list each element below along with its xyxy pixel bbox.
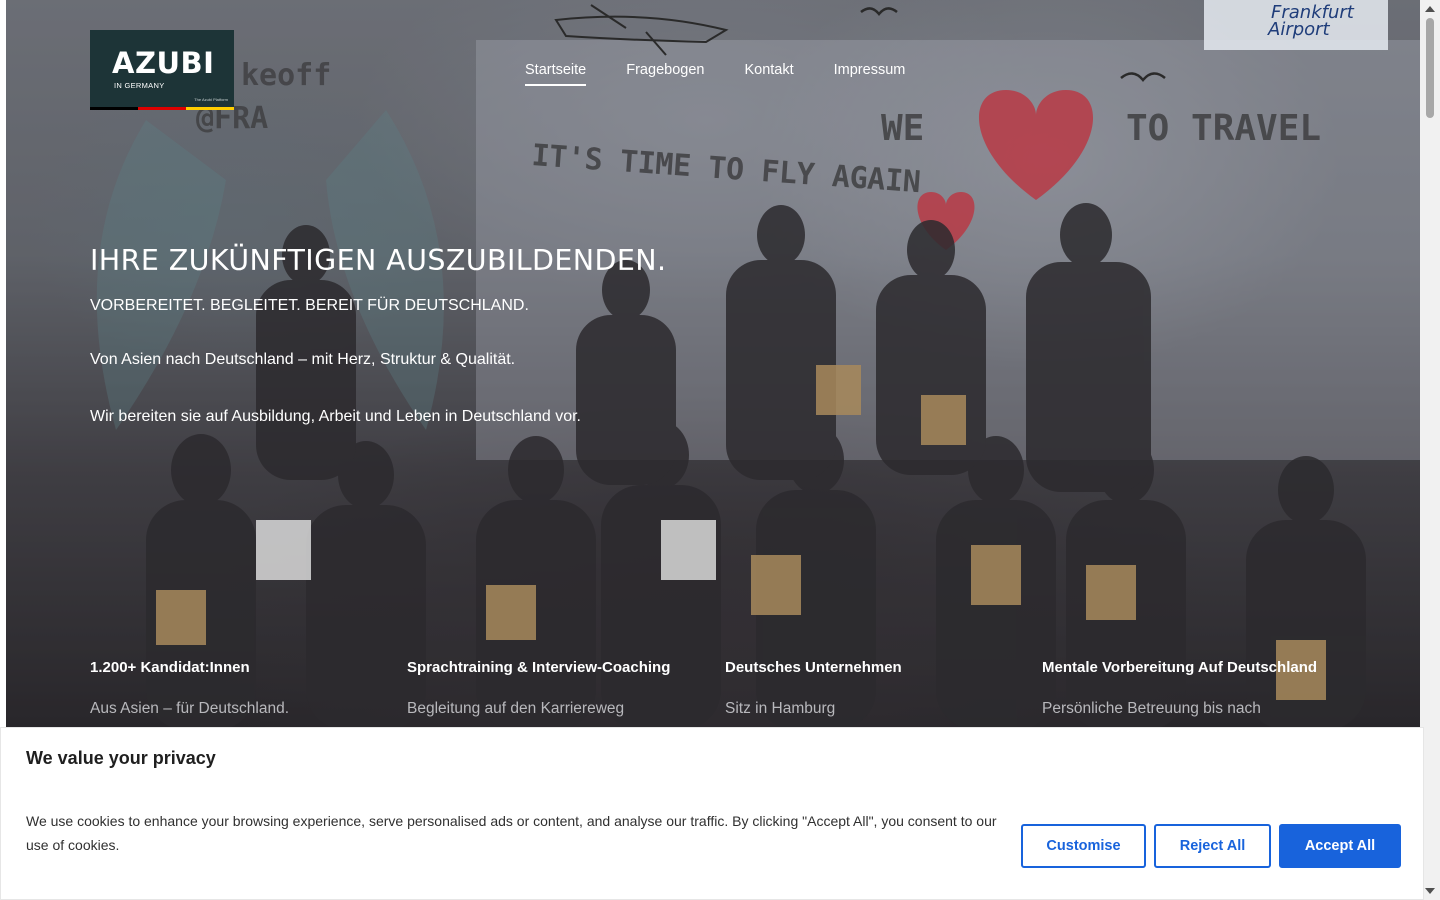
scroll-up-icon[interactable] bbox=[1425, 6, 1435, 12]
wall-takeoff: keoff bbox=[241, 58, 331, 93]
feature-title: Mentale Vorbereitung Auf Deutschland bbox=[1042, 659, 1318, 676]
feature-candidates: 1.200+ Kandidat:Innen Aus Asien – für De… bbox=[90, 659, 289, 718]
feature-title: 1.200+ Kandidat:Innen bbox=[90, 659, 250, 676]
logo-flag-stripe bbox=[90, 107, 234, 110]
cookie-text: We use cookies to enhance your browsing … bbox=[26, 813, 997, 853]
bird-sketch bbox=[860, 7, 898, 16]
scrollbar-thumb[interactable] bbox=[1426, 18, 1434, 118]
cookie-title: We value your privacy bbox=[26, 748, 216, 768]
scroll-down-icon[interactable] bbox=[1425, 888, 1435, 894]
flag-stripe-gold bbox=[186, 107, 234, 110]
feature-title: Sprachtraining & Interview-Coaching bbox=[407, 659, 671, 676]
nav-item-startseite[interactable]: Startseite bbox=[525, 62, 587, 86]
feature-language-training: Sprachtraining & Interview-Coaching Begl… bbox=[407, 659, 670, 718]
site-logo[interactable]: AZUBI IN GERMANY The Azubi Platform bbox=[90, 30, 234, 110]
flag-stripe-red bbox=[138, 107, 186, 110]
hero-line-preparation: Wir bereiten sie auf Ausbildung, Arbeit … bbox=[90, 408, 581, 425]
reject-all-button[interactable]: Reject All bbox=[1154, 824, 1271, 868]
flag-stripe-black bbox=[90, 107, 138, 110]
logo-subtitle: IN GERMANY bbox=[114, 81, 165, 90]
feature-text: Aus Asien – für Deutschland. bbox=[90, 700, 290, 717]
logo-tagline: The Azubi Platform bbox=[194, 97, 228, 102]
customise-button[interactable]: Customise bbox=[1021, 824, 1146, 868]
accept-all-button[interactable]: Accept All bbox=[1279, 824, 1401, 868]
wall-travel-left: WE bbox=[881, 108, 924, 149]
feature-title: Deutsches Unternehmen bbox=[725, 659, 902, 676]
hero-title: IHRE ZUKÜNFTIGEN AUSZUBILDENDEN. bbox=[90, 244, 667, 277]
feature-text: Persönliche Betreuung bis nach bbox=[1042, 700, 1261, 717]
hero-subtitle: VORBEREITET. BEGLEITET. BEREIT FÜR DEUTS… bbox=[90, 297, 529, 314]
airplane-sketch bbox=[554, 15, 729, 44]
airport-sign-line2: Airport bbox=[1267, 19, 1331, 40]
wall-travel-right: TO TRAVEL bbox=[1126, 108, 1321, 149]
feature-text: Begleitung auf den Karriereweg bbox=[407, 700, 625, 717]
cookie-banner: We value your privacy We use cookies to … bbox=[0, 727, 1424, 900]
feature-text: Sitz in Hamburg bbox=[725, 700, 836, 717]
feature-german-company: Deutsches Unternehmen Sitz in Hamburg bbox=[725, 659, 902, 718]
nav-item-kontakt[interactable]: Kontakt bbox=[744, 62, 793, 86]
nav-item-fragebogen[interactable]: Fragebogen bbox=[626, 62, 704, 86]
logo-wordmark: AZUBI bbox=[112, 46, 215, 80]
main-nav: Startseite Fragebogen Kontakt Impressum bbox=[525, 62, 905, 86]
feature-mental-preparation: Mentale Vorbereitung Auf Deutschland Per… bbox=[1042, 659, 1317, 718]
nav-item-impressum[interactable]: Impressum bbox=[834, 62, 906, 86]
hero-line-origin: Von Asien nach Deutschland – mit Herz, S… bbox=[90, 351, 516, 368]
